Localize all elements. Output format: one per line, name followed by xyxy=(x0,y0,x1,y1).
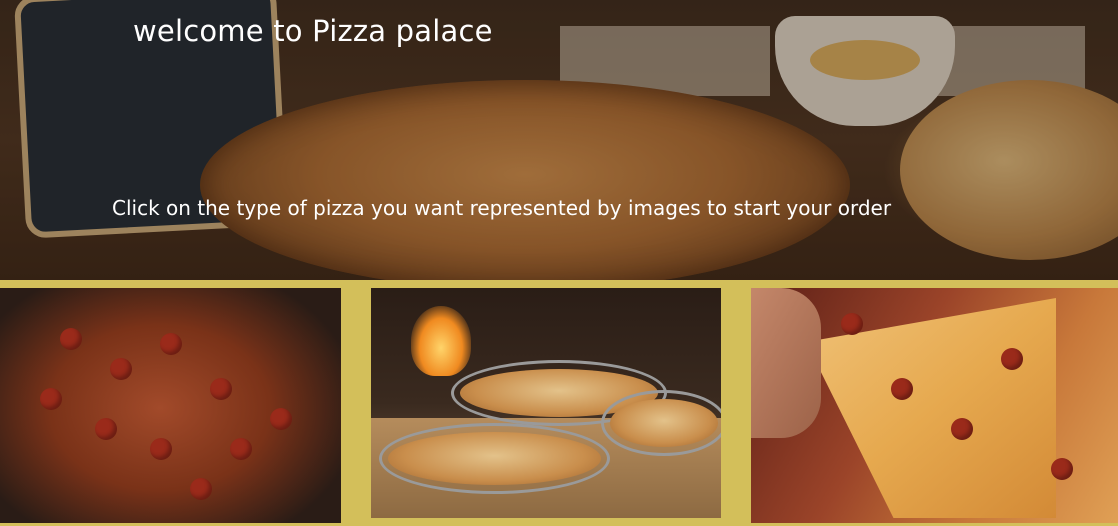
pizza-plate xyxy=(601,390,721,456)
page-title: welcome to Pizza palace xyxy=(133,14,493,48)
hero-banner: welcome to Pizza palace Click on the typ… xyxy=(0,0,1118,280)
hand-image xyxy=(751,288,821,438)
page-instructions: Click on the type of pizza you want repr… xyxy=(112,196,892,220)
pizza-slice-option[interactable] xyxy=(751,288,1118,523)
pepperoni-pizza-option[interactable] xyxy=(0,288,341,523)
oven-fire-image xyxy=(411,306,471,376)
pizza-plate xyxy=(379,423,610,494)
wood-fired-pizza-option[interactable] xyxy=(371,288,721,518)
